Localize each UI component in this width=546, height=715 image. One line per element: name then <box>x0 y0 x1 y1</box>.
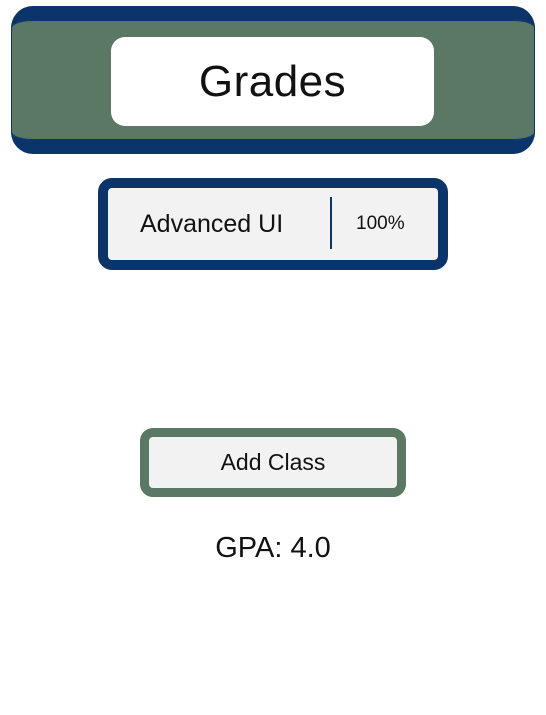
class-name: Advanced UI <box>140 209 284 238</box>
header-title-box: Grades <box>111 37 434 126</box>
app-header: Grades <box>11 6 535 154</box>
class-divider <box>330 197 332 249</box>
page-title: Grades <box>198 56 347 106</box>
add-class-button[interactable]: Add Class <box>140 428 406 497</box>
class-grade: 100% <box>356 213 405 234</box>
gpa-text: GPA: 4.0 <box>215 532 331 564</box>
class-card-advanced-ui[interactable]: Advanced UI 100% <box>98 178 448 270</box>
